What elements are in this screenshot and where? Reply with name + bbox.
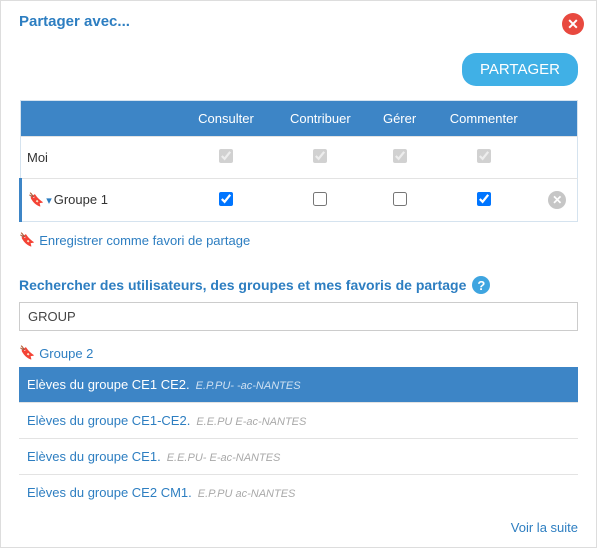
result-item[interactable]: Elèves du groupe CE1-CE2. E.E.PU E-ac-NA… <box>19 402 578 438</box>
chevron-down-icon[interactable]: ▾ <box>46 195 52 207</box>
permissions-header-row: Consulter Contribuer Gérer Commenter <box>21 101 578 137</box>
bookmark-icon: 🔖 <box>28 192 44 207</box>
bookmark-icon: 🔖 <box>19 345 35 361</box>
search-label-text: Rechercher des utilisateurs, des groupes… <box>19 277 466 293</box>
permissions-table: Consulter Contribuer Gérer Commenter Moi… <box>19 100 578 222</box>
close-icon[interactable]: ✕ <box>562 13 584 35</box>
share-modal: Partager avec... ✕ PARTAGER Consulter Co… <box>0 0 597 548</box>
col-manage: Gérer <box>369 101 430 137</box>
col-remove <box>538 101 578 137</box>
help-icon[interactable]: ? <box>472 276 490 294</box>
row-group1-label: 🔖▾Groupe 1 <box>21 179 181 222</box>
search-input[interactable] <box>19 302 578 331</box>
result-item[interactable]: Elèves du groupe CE2 CM1. E.P.PU ac-NANT… <box>19 474 578 510</box>
row-me: Moi <box>21 137 578 179</box>
bookmark-icon: 🔖 <box>19 232 35 248</box>
row-me-label: Moi <box>21 137 181 179</box>
row-group1: 🔖▾Groupe 1 ✕ <box>21 179 578 222</box>
result-name: Elèves du groupe CE2 CM1. <box>27 485 192 500</box>
result-detail: E.P.PU- -ac-NANTES <box>196 380 301 392</box>
group1-comment-checkbox[interactable] <box>477 192 491 206</box>
favorite-group-label: Groupe 2 <box>39 346 93 361</box>
see-more-link[interactable]: Voir la suite <box>19 520 578 535</box>
result-name: Elèves du groupe CE1. <box>27 449 161 464</box>
save-favorite-link[interactable]: 🔖 Enregistrer comme favori de partage <box>19 232 250 248</box>
result-detail: E.E.PU- E-ac-NANTES <box>167 452 281 464</box>
group1-manage-checkbox[interactable] <box>393 192 407 206</box>
result-detail: E.P.PU ac-NANTES <box>198 488 296 500</box>
col-comment: Commenter <box>430 101 538 137</box>
result-item[interactable]: Elèves du groupe CE1. E.E.PU- E-ac-NANTE… <box>19 438 578 474</box>
col-contribute: Contribuer <box>271 101 369 137</box>
favorite-group-link[interactable]: 🔖 Groupe 2 <box>19 345 93 361</box>
col-name <box>21 101 181 137</box>
search-results: Elèves du groupe CE1 CE2. E.P.PU- -ac-NA… <box>19 367 578 510</box>
group1-contribute-checkbox[interactable] <box>313 192 327 206</box>
col-consult: Consulter <box>181 101 272 137</box>
modal-title: Partager avec... <box>19 13 130 30</box>
me-manage-checkbox <box>393 149 407 163</box>
result-detail: E.E.PU E-ac-NANTES <box>196 416 306 428</box>
remove-group1-icon[interactable]: ✕ <box>548 191 566 209</box>
result-name: Elèves du groupe CE1 CE2. <box>27 377 190 392</box>
group1-consult-checkbox[interactable] <box>219 192 233 206</box>
result-item[interactable]: Elèves du groupe CE1 CE2. E.P.PU- -ac-NA… <box>19 367 578 402</box>
me-consult-checkbox <box>219 149 233 163</box>
share-button-row: PARTAGER <box>19 53 578 86</box>
search-section-label: Rechercher des utilisateurs, des groupes… <box>19 276 578 294</box>
save-favorite-label: Enregistrer comme favori de partage <box>39 233 250 248</box>
modal-header: Partager avec... ✕ <box>19 13 578 35</box>
result-name: Elèves du groupe CE1-CE2. <box>27 413 190 428</box>
group1-name: Groupe 1 <box>54 192 108 207</box>
me-comment-checkbox <box>477 149 491 163</box>
share-button[interactable]: PARTAGER <box>462 53 578 86</box>
me-contribute-checkbox <box>313 149 327 163</box>
